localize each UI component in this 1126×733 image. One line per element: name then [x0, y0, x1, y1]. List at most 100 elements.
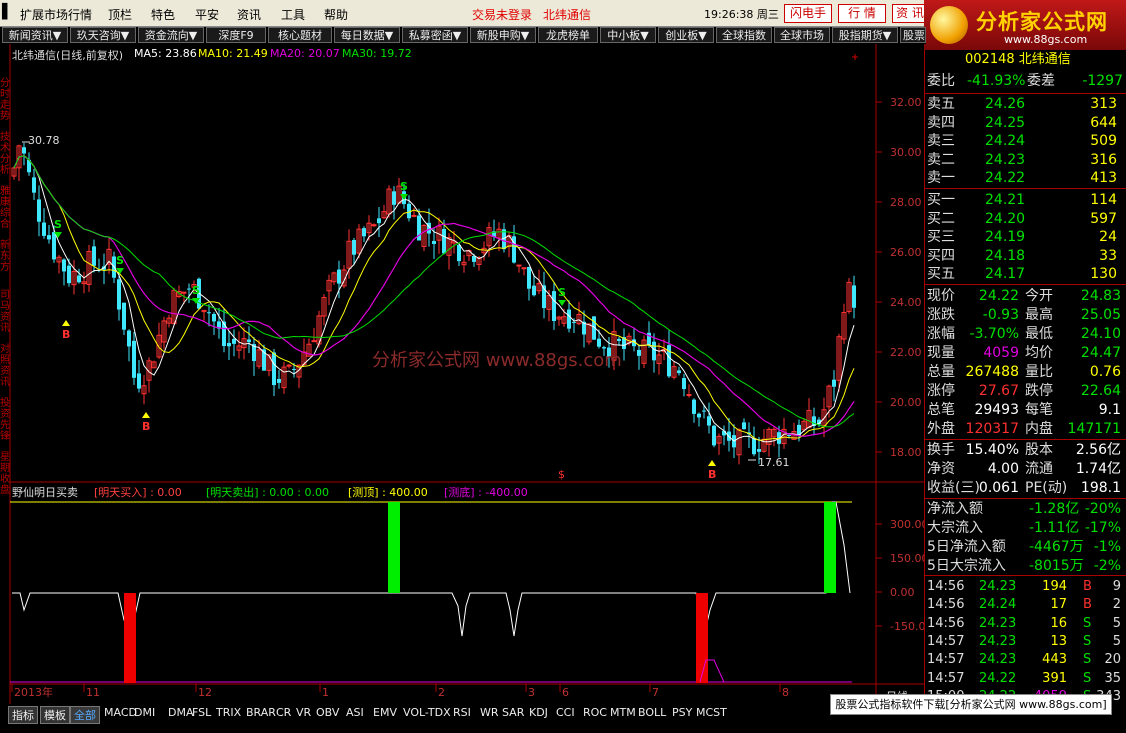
site-logo: 分析家公式网 www.88gs.com	[924, 0, 1126, 50]
menu-help[interactable]: 帮助	[324, 6, 348, 23]
menu-extended-market[interactable]: 扩展市场行情	[20, 6, 92, 23]
tb-sme-board[interactable]: 中小板▼	[600, 27, 656, 43]
tick-count: 5	[1112, 615, 1121, 631]
indicator-mtm[interactable]: MTM	[610, 706, 636, 719]
fundamental-row: 收益(三) 0.061 PE(动) 198.1	[925, 479, 1126, 498]
indicator-trix[interactable]: TRIX	[216, 706, 241, 719]
indicator-vol-tdx[interactable]: VOL-TDX	[403, 706, 451, 719]
date-tick-label: 11	[86, 686, 100, 699]
indicator-brar[interactable]: BRAR	[246, 706, 276, 719]
indicator-emv[interactable]: EMV	[373, 706, 397, 719]
tab-indicator[interactable]: 指标	[8, 706, 38, 724]
ask-label: 卖五	[927, 96, 955, 112]
flow-percent: -17%	[1084, 520, 1121, 536]
flow-value: -8015万	[1029, 558, 1084, 574]
candle-body	[707, 416, 711, 426]
tick-time: 14:56	[927, 597, 965, 613]
tb-dragon-tiger[interactable]: 龙虎榜单	[538, 27, 598, 43]
buy-arrow-icon	[142, 412, 150, 418]
date-tick-label: 2	[438, 686, 445, 699]
candle-body	[181, 291, 187, 294]
weicha-value: -1297	[1082, 73, 1123, 89]
tb-stocks[interactable]: 股票	[900, 27, 926, 43]
tb-global-index[interactable]: 全球指数	[716, 27, 772, 43]
indicator-buy: [明天买入] : 0.00	[94, 486, 182, 499]
indicator-boll[interactable]: BOLL	[638, 706, 666, 719]
menu-top-bar[interactable]: 顶栏	[108, 6, 132, 23]
indicator-sar[interactable]: SAR	[502, 706, 524, 719]
sell-signal: S	[54, 218, 62, 231]
ask-volume: 313	[1090, 96, 1117, 112]
indicator-roc[interactable]: ROC	[583, 706, 607, 719]
menu-icon[interactable]: ▌	[2, 4, 13, 20]
login-status[interactable]: 交易未登录	[472, 6, 532, 23]
menu-features[interactable]: 特色	[151, 6, 175, 23]
indicator-cci[interactable]: CCI	[556, 706, 575, 719]
indicator-mcst[interactable]: MCST	[696, 706, 727, 719]
news-button[interactable]: 资 讯	[892, 4, 928, 23]
download-ad-link[interactable]: 股票公式指标软件下载[分析家公式网 www.88gs.com]	[830, 694, 1112, 715]
bid-row: 买三 24.19 24	[925, 228, 1126, 247]
bid-label: 买二	[927, 210, 955, 227]
ma20-label: MA20: 20.07	[270, 47, 340, 60]
tb-core-theme[interactable]: 核心题材	[268, 27, 332, 43]
date-tick-label: 7	[652, 686, 659, 699]
stat-label: 涨停	[927, 383, 955, 399]
tb-capital-flow[interactable]: 资金流向▼	[138, 27, 204, 43]
indicator-vr[interactable]: VR	[296, 706, 311, 719]
ma10-line	[13, 155, 855, 441]
indicator-fsl[interactable]: FSL	[192, 706, 211, 719]
candle-body	[442, 228, 446, 254]
indicator-kdj[interactable]: KDJ	[529, 706, 548, 719]
tb-index-futures[interactable]: 股指期货▼	[832, 27, 898, 43]
ask-price: 24.23	[985, 151, 1026, 168]
indicator-asi[interactable]: ASI	[346, 706, 364, 719]
tb-news[interactable]: 新闻资讯▼	[2, 27, 68, 43]
tick-time: 14:56	[927, 579, 965, 594]
sell-signal: S	[116, 254, 124, 267]
candle-body	[697, 413, 701, 418]
candle-body	[212, 313, 216, 322]
price-tick-label: 26.00	[890, 246, 922, 259]
tb-ipo[interactable]: 新股申购▼	[470, 27, 536, 43]
stat-label: 现价	[927, 288, 955, 304]
fund-value: 2.56亿	[1075, 442, 1121, 458]
tb-private-fund[interactable]: 私募密函▼	[402, 27, 468, 43]
tb-depth[interactable]: 深度F9	[206, 27, 266, 43]
tb-global-market[interactable]: 全球市场	[774, 27, 830, 43]
kline-chart[interactable]: BBBSSSSS$ 32.0030.0028.0026.0024.0022.00…	[0, 44, 924, 704]
tab-all[interactable]: 全部	[70, 706, 100, 724]
candle-body	[47, 235, 51, 240]
tick-volume: 443	[1042, 652, 1067, 668]
flow-row: 5日大宗流入 -8015万 -2%	[925, 557, 1126, 576]
tick-price: 24.23	[979, 633, 1017, 649]
candle-body	[832, 379, 836, 387]
tb-jiutian[interactable]: 玖天咨询▼	[70, 27, 136, 43]
quotes-button[interactable]: 行 情	[838, 4, 886, 23]
stat-value: 147171	[1067, 421, 1121, 437]
tick-count: 9	[1112, 579, 1121, 594]
ask-row: 卖二 24.23 316	[925, 151, 1126, 170]
lightning-trade-button[interactable]: 闪电手	[784, 4, 832, 23]
menu-news[interactable]: 资讯	[237, 6, 261, 23]
ask-price: 24.24	[985, 133, 1026, 150]
tab-template[interactable]: 模板	[40, 706, 70, 724]
indicator-rsi[interactable]: RSI	[453, 706, 471, 719]
candle-body	[127, 330, 131, 347]
indicator-dma[interactable]: DMA	[168, 706, 194, 719]
indicator-obv[interactable]: OBV	[316, 706, 339, 719]
indicator-psy[interactable]: PSY	[672, 706, 692, 719]
indicator-macd[interactable]: MACD	[104, 706, 137, 719]
indicator-dmi[interactable]: DMI	[134, 706, 155, 719]
stat-label: 均价	[1025, 345, 1053, 361]
menu-pingan[interactable]: 平安	[195, 6, 219, 23]
stat-label: 总量	[927, 364, 955, 380]
menu-tools[interactable]: 工具	[281, 6, 305, 23]
tb-gem-board[interactable]: 创业板▼	[658, 27, 714, 43]
stat-value: 25.05	[1080, 307, 1121, 323]
tb-daily-data[interactable]: 每日数据▼	[334, 27, 400, 43]
indicator-cr[interactable]: CR	[276, 706, 291, 719]
buy-signal: B	[62, 328, 70, 341]
indicator-wr[interactable]: WR	[480, 706, 499, 719]
flow-value: -1.28亿	[1029, 501, 1080, 517]
